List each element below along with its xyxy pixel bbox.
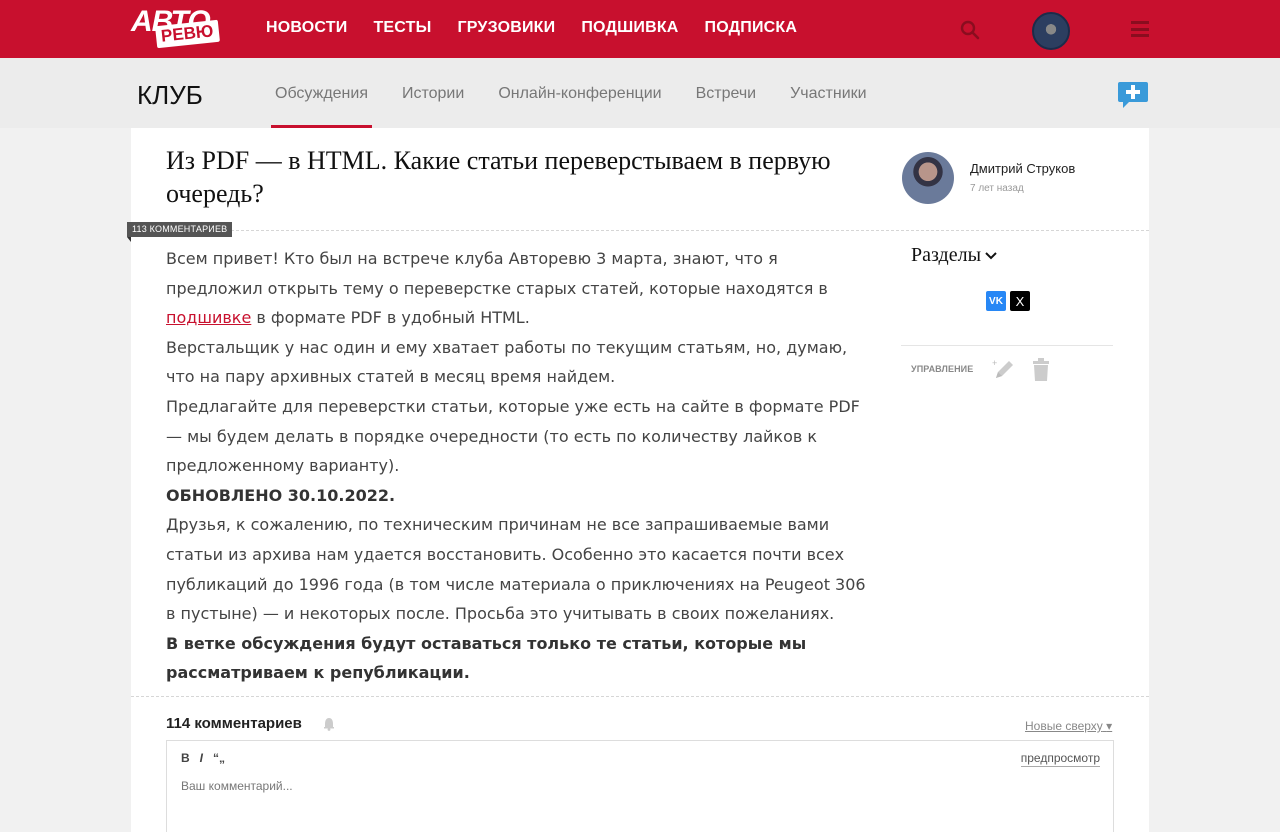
bold-button[interactable]: B [181, 751, 190, 765]
club-tabs: Обсуждения Истории Онлайн-конференции Вс… [275, 85, 867, 103]
tab-discussions[interactable]: Обсуждения [275, 85, 368, 103]
user-avatar[interactable] [1032, 12, 1070, 50]
comments-count-badge[interactable]: 113 КОММЕНТАРИЕВ [127, 222, 233, 242]
caret-down-icon: ▾ [1106, 719, 1113, 733]
sections-dropdown[interactable]: Разделы [911, 244, 997, 267]
nav-tests[interactable]: ТЕСТЫ [373, 19, 431, 37]
comments-count: 114 комментариев [166, 715, 302, 732]
search-icon[interactable] [960, 20, 980, 40]
trash-icon[interactable] [1031, 358, 1051, 382]
quote-button[interactable]: “„ [213, 751, 225, 765]
x-share-icon[interactable]: X [1010, 291, 1030, 311]
post-body: Всем привет! Кто был на встрече клуба Ав… [166, 244, 866, 688]
nav-archive[interactable]: ПОДШИВКА [581, 19, 678, 37]
editor-toolbar: B I “„ [181, 751, 225, 765]
edit-pencil-icon[interactable]: + [992, 358, 1016, 382]
menu-icon[interactable] [1131, 21, 1149, 37]
tab-stories[interactable]: Истории [402, 85, 464, 103]
preview-button[interactable]: предпросмотр [1020, 751, 1100, 767]
post-card: Из PDF — в HTML. Какие статьи переверсты… [127, 128, 1149, 832]
sort-dropdown[interactable]: Новые сверху ▾ [1025, 719, 1112, 733]
tab-members[interactable]: Участники [790, 85, 866, 103]
divider [131, 696, 1149, 697]
post-paragraph: Верстальщик у нас один и ему хватает раб… [166, 337, 848, 387]
post-paragraph: Друзья, к сожалению, по техническим прич… [166, 515, 866, 624]
post-paragraph-bold: В ветке обсуждения будут оставаться толь… [166, 633, 807, 683]
chevron-down-icon [985, 251, 997, 259]
share-buttons: VK X [986, 291, 1030, 311]
new-topic-icon[interactable] [1117, 80, 1149, 110]
club-header: КЛУБ Обсуждения Истории Онлайн-конференц… [0, 58, 1280, 128]
nav-trucks[interactable]: ГРУЗОВИКИ [457, 19, 555, 37]
bell-icon[interactable] [323, 717, 335, 731]
sidebar-divider [901, 345, 1113, 346]
comment-editor[interactable]: B I “„ предпросмотр Ваш комментарий... [166, 740, 1114, 832]
author-name[interactable]: Дмитрий Струков [970, 161, 1075, 176]
post-paragraph: Всем привет! Кто был на встрече клуба Ав… [166, 249, 828, 328]
autoreview-logo[interactable]: АВТО РЕВЮ [131, 5, 229, 53]
top-navbar: АВТО РЕВЮ НОВОСТИ ТЕСТЫ ГРУЗОВИКИ ПОДШИВ… [0, 0, 1280, 58]
tab-meetings[interactable]: Встречи [696, 85, 757, 103]
manage-label: УПРАВЛЕНИЕ [911, 364, 974, 374]
post-paragraph: Предлагайте для переверстки статьи, кото… [166, 396, 860, 476]
update-notice: ОБНОВЛЕНО 30.10.2022. [166, 485, 396, 505]
comment-input[interactable]: Ваш комментарий... [181, 779, 293, 793]
tab-online-conferences[interactable]: Онлайн-конференции [498, 85, 661, 103]
nav-news[interactable]: НОВОСТИ [266, 19, 347, 37]
sections-label: Разделы [911, 244, 982, 266]
author-avatar[interactable] [902, 152, 954, 204]
italic-button[interactable]: I [200, 751, 203, 765]
post-title: Из PDF — в HTML. Какие статьи переверсты… [166, 146, 831, 208]
post-time: 7 лет назад [970, 183, 1024, 194]
svg-text:+: + [992, 358, 997, 368]
divider [131, 230, 1149, 231]
main-nav: НОВОСТИ ТЕСТЫ ГРУЗОВИКИ ПОДШИВКА ПОДПИСК… [266, 19, 797, 37]
archive-link[interactable]: подшивке [166, 308, 251, 327]
club-title: КЛУБ [137, 80, 203, 110]
nav-subscription[interactable]: ПОДПИСКА [705, 19, 798, 37]
vk-share-icon[interactable]: VK [986, 291, 1006, 311]
